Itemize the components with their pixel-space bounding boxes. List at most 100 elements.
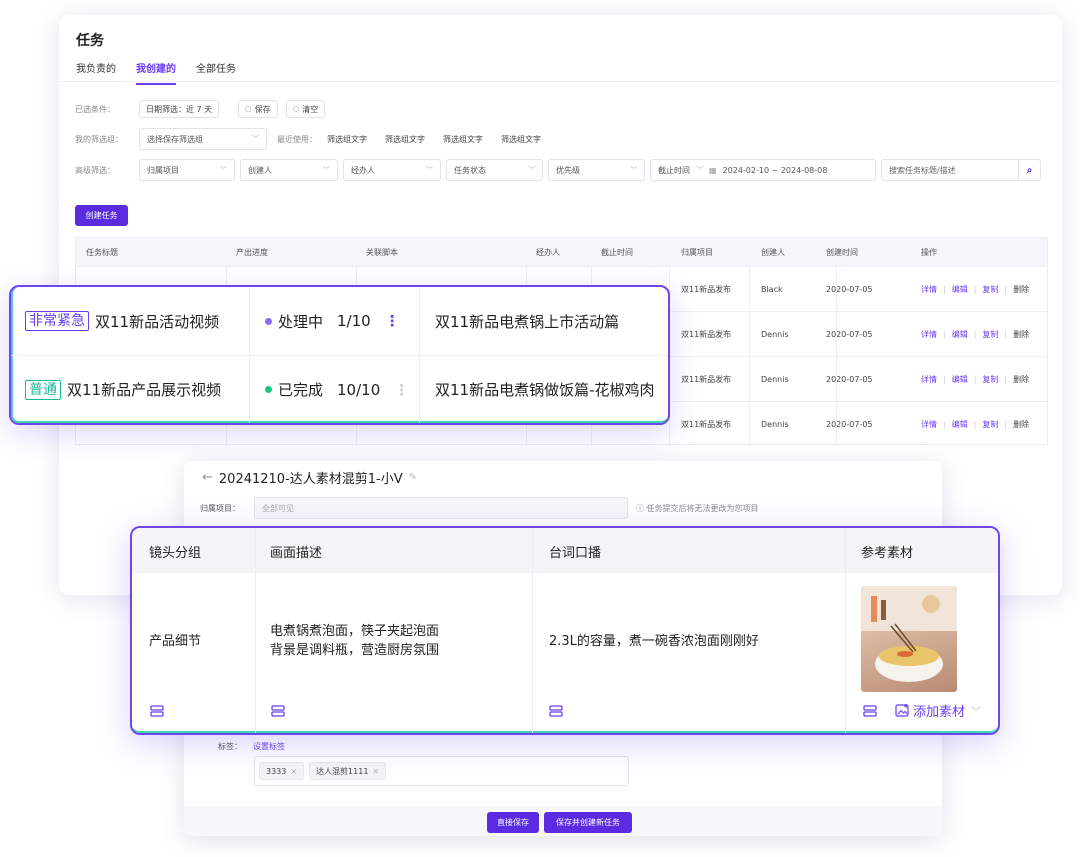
- deadline-range-picker[interactable]: 截止时间 ﹀ ▦ 2024-02-10 ~ 2024-08-08: [650, 159, 876, 181]
- created-cell: 2020-07-05: [826, 284, 873, 294]
- clear-filter-button[interactable]: ○ 清空: [286, 100, 326, 118]
- priority-tag: 普通: [25, 379, 61, 400]
- tags-input[interactable]: 3333 × 达人混剪1111 ×: [254, 756, 629, 786]
- script-name[interactable]: 双11新品电煮锅上市活动篇: [435, 311, 619, 332]
- search-icon[interactable]: ⌕: [1018, 160, 1040, 180]
- edit-link[interactable]: 编辑: [952, 374, 968, 385]
- copy-link[interactable]: 复制: [982, 284, 998, 295]
- more-vertical-icon[interactable]: ⋮: [385, 312, 400, 330]
- shot-group-cell[interactable]: 产品细节: [149, 632, 201, 651]
- divider: [749, 267, 750, 311]
- tab-divider: [60, 81, 1061, 82]
- voiceover-cell[interactable]: 2.3L的容量，煮一碗香浓泡面刚刚好: [549, 632, 759, 651]
- divider: [836, 267, 837, 311]
- title-cell: 普通 双11新品产品展示视频: [25, 356, 221, 423]
- row-actions: 详情 | 编辑 | 复制 | 删除: [921, 402, 1035, 446]
- filter-group-select-value: 选择保存筛选组: [147, 134, 203, 144]
- edit-link[interactable]: 编辑: [952, 329, 968, 340]
- save-and-create-button[interactable]: 保存并创建新任务: [544, 812, 632, 833]
- status-select-value: 任务状态: [454, 165, 486, 175]
- status-select[interactable]: 任务状态 ﹀: [446, 159, 543, 181]
- deadline-label: 截止时间: [658, 165, 690, 175]
- more-vertical-icon[interactable]: ⋮: [394, 381, 409, 399]
- priority-tag: 非常紧急: [25, 311, 89, 331]
- edit-link[interactable]: 编辑: [952, 284, 968, 295]
- col-reference: 参考素材: [861, 546, 914, 561]
- divider: [255, 528, 256, 733]
- project-select[interactable]: 归属项目 ﹀: [139, 159, 235, 181]
- chevron-down-icon: ﹀: [323, 166, 330, 174]
- tag-chip: 3333 ×: [259, 762, 305, 780]
- create-task-button[interactable]: 创建任务: [75, 205, 128, 226]
- project-visibility-select[interactable]: 全部可见: [254, 497, 628, 519]
- copy-link[interactable]: 复制: [982, 329, 998, 340]
- layers-icon[interactable]: [549, 704, 563, 718]
- task-title[interactable]: 双11新品活动视频: [95, 311, 219, 332]
- recent-group-2[interactable]: 筛选组文字: [385, 134, 425, 145]
- handler-select[interactable]: 经办人 ﹀: [343, 159, 441, 181]
- creator-cell: Dennis: [761, 329, 789, 339]
- detail-link[interactable]: 详情: [921, 284, 937, 295]
- storyboard-highlight: 镜头分组 画面描述 台词口播 参考素材 产品细节 电煮锅煮泡面，筷子夹起泡面 背…: [130, 526, 1000, 735]
- layers-icon[interactable]: [271, 704, 285, 718]
- description-line-2[interactable]: 背景是调料瓶，营造厨房氛围: [270, 641, 439, 660]
- progress-count: 10/10: [337, 380, 381, 399]
- priority-select[interactable]: 优先级 ﹀: [548, 159, 645, 181]
- project-cell: 双11新品发布: [681, 419, 732, 429]
- recent-group-1[interactable]: 筛选组文字: [327, 134, 367, 145]
- save-direct-button[interactable]: 直接保存: [487, 812, 539, 833]
- divider: [836, 312, 837, 356]
- recent-group-4[interactable]: 筛选组文字: [501, 134, 541, 145]
- task-title[interactable]: 双11新品产品展示视频: [67, 379, 221, 400]
- chevron-down-icon: ﹀: [971, 707, 982, 718]
- detail-link[interactable]: 详情: [921, 419, 937, 430]
- recent-group-3[interactable]: 筛选组文字: [443, 134, 483, 145]
- script-cell: 双11新品电煮锅上市活动篇: [435, 287, 619, 355]
- script-name[interactable]: 双11新品电煮锅做饭篇-花椒鸡肉: [435, 379, 655, 400]
- separator: |: [943, 284, 946, 294]
- copy-link[interactable]: 复制: [982, 419, 998, 430]
- table-header: 任务标题 产出进度 关联脚本 经办人 截止时间 归属项目 创建人 创建时间 操作: [76, 238, 1047, 266]
- divider: [836, 357, 837, 401]
- filter-group-select[interactable]: 选择保存筛选组 ﹀: [139, 128, 267, 150]
- layers-icon[interactable]: [863, 704, 877, 718]
- progress-count: 1/10: [337, 312, 371, 330]
- row-actions: 详情 | 编辑 | 复制 | 删除: [921, 357, 1035, 401]
- search-input[interactable]: 搜索任务标题/描述 ⌕: [881, 159, 1041, 181]
- col-description: 画面描述: [270, 546, 323, 561]
- col-handler: 经办人: [536, 248, 560, 257]
- tag-chip-label: 达人混剪1111: [316, 766, 369, 776]
- status-dot: [265, 386, 272, 393]
- col-script: 关联脚本: [366, 248, 398, 257]
- edit-link[interactable]: 编辑: [952, 419, 968, 430]
- separator: |: [1004, 329, 1008, 339]
- creator-select-value: 创建人: [248, 165, 272, 175]
- delete-link[interactable]: 删除: [1013, 419, 1029, 430]
- set-tags-link[interactable]: 设置标签: [253, 741, 285, 752]
- highlight-row[interactable]: 普通 双11新品产品展示视频 已完成 10/10 ⋮ 双11新品电煮锅做饭篇-花椒鸡肉: [11, 355, 668, 423]
- copy-link[interactable]: 复制: [982, 374, 998, 385]
- add-material-label: 添加素材: [913, 705, 966, 720]
- highlight-row[interactable]: 非常紧急 双11新品活动视频 处理中 1/10 ⋮ 双11新品电煮锅上市活动篇: [11, 287, 668, 355]
- separator: |: [1004, 419, 1008, 429]
- description-line-1[interactable]: 电煮锅煮泡面，筷子夹起泡面: [270, 622, 439, 641]
- date-filter-chip[interactable]: 日期筛选：近 7 天: [139, 100, 220, 118]
- creator-select[interactable]: 创建人 ﹀: [240, 159, 338, 181]
- add-material-button[interactable]: 添加素材 ﹀: [895, 701, 981, 720]
- detail-link[interactable]: 详情: [921, 329, 937, 340]
- status-dot: [265, 317, 272, 325]
- divider: [749, 357, 750, 401]
- edit-icon[interactable]: ✎: [409, 472, 417, 483]
- my-groups-label: 我的筛选组：: [75, 135, 123, 144]
- save-filter-button[interactable]: ▢ 保存: [238, 100, 278, 118]
- chevron-down-icon: ﹀: [528, 166, 535, 174]
- detail-link[interactable]: 详情: [921, 374, 937, 385]
- delete-link[interactable]: 删除: [1013, 284, 1029, 295]
- close-icon[interactable]: ×: [290, 767, 297, 776]
- back-arrow-icon[interactable]: ←: [202, 470, 213, 485]
- delete-link[interactable]: 删除: [1013, 329, 1029, 340]
- reference-image[interactable]: [861, 586, 957, 692]
- layers-icon[interactable]: [150, 704, 164, 718]
- close-icon[interactable]: ×: [372, 767, 379, 776]
- delete-link[interactable]: 删除: [1013, 374, 1029, 385]
